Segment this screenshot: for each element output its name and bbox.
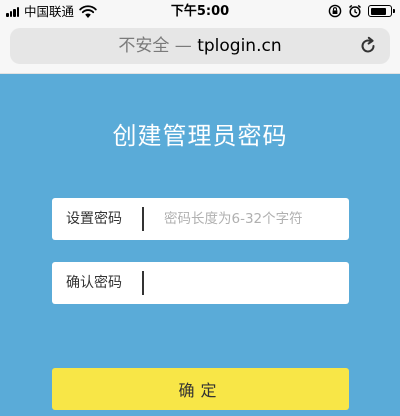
confirm-button[interactable]: 确定: [52, 368, 349, 410]
field-divider: [142, 207, 144, 231]
reload-icon[interactable]: [358, 36, 378, 56]
password-label: 设置密码: [66, 211, 122, 227]
url-host: tplogin.cn: [197, 36, 282, 56]
password-input[interactable]: [150, 204, 340, 234]
battery-icon: [368, 5, 395, 17]
confirm-password-field-row: 确认密码: [52, 262, 349, 304]
url-text: 不安全 — tplogin.cn: [10, 37, 390, 56]
battery-level-fill: [370, 7, 386, 15]
address-bar[interactable]: 不安全 — tplogin.cn: [10, 28, 390, 64]
page-title: 创建管理员密码: [112, 122, 288, 150]
orientation-lock-icon: [328, 4, 342, 18]
phone-screen: 中国联通 下午5:00 不安全 — tplogin.cn 创建管理员密码 设置密…: [0, 0, 400, 416]
alarm-icon: [348, 4, 362, 18]
status-right: [328, 4, 395, 18]
confirm-password-input[interactable]: [150, 268, 340, 298]
browser-toolbar: 不安全 — tplogin.cn: [0, 24, 400, 74]
password-field-row: 设置密码: [52, 198, 349, 240]
status-bar: 中国联通 下午5:00: [0, 0, 400, 24]
login-page: 创建管理员密码 设置密码 确认密码 确定: [0, 75, 400, 416]
field-divider: [142, 271, 144, 295]
security-label: 不安全 —: [118, 36, 198, 56]
confirm-password-label: 确认密码: [66, 275, 122, 291]
